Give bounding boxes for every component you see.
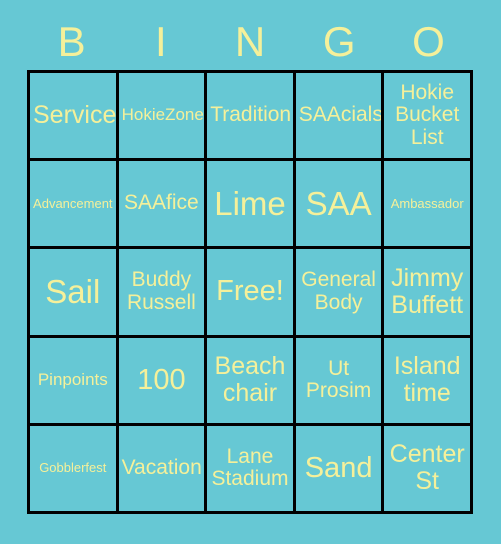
- bingo-cell[interactable]: Buddy Russell: [118, 249, 205, 335]
- bingo-cell-label: Ut Prosim: [305, 356, 372, 403]
- bingo-cell-label: Beach chair: [214, 352, 286, 408]
- bingo-cell-label: Buddy Russell: [126, 268, 196, 314]
- bingo-cell-label: Advancement: [33, 195, 113, 211]
- bingo-cell-label: SAA: [305, 184, 372, 222]
- bingo-grid: Service HokieZone Tradition SAAcials Hokie B…: [27, 70, 473, 514]
- bingo-cell[interactable]: 100: [118, 337, 205, 423]
- bingo-cell[interactable]: Center St: [384, 425, 470, 511]
- bingo-cell[interactable]: Pinpoints: [30, 337, 116, 423]
- bingo-cell-label: Service: [33, 101, 116, 130]
- bingo-cell-label: Lime: [214, 184, 286, 222]
- bingo-cell-label: Ambassador: [390, 195, 464, 211]
- bingo-cell-label: Island time: [393, 352, 461, 408]
- bingo-cell[interactable]: General Body: [295, 249, 382, 335]
- bingo-cell[interactable]: Tradition: [207, 73, 293, 159]
- bingo-cell-label: General Body: [301, 268, 376, 314]
- bingo-header-letter-2: N: [234, 18, 266, 65]
- bingo-cell-label: Free!: [216, 275, 284, 308]
- bingo-cell[interactable]: Ut Prosim: [295, 337, 382, 423]
- bingo-header-letter-0: B: [57, 18, 86, 65]
- bingo-header: BINGO: [27, 14, 473, 70]
- bingo-cell-label: Sand: [304, 451, 373, 484]
- bingo-cell[interactable]: Beach chair: [207, 337, 293, 423]
- bingo-cell-label: Vacation: [121, 456, 202, 480]
- bingo-cell-label: 100: [137, 363, 186, 396]
- bingo-cell[interactable]: HokieZone: [118, 73, 205, 159]
- bingo-cell-label: HokieZone: [121, 105, 204, 125]
- bingo-cell-label: Pinpoints: [37, 370, 108, 390]
- bingo-cell-label: Tradition: [210, 103, 292, 127]
- bingo-cell[interactable]: Advancement: [30, 161, 116, 247]
- bingo-card: B I N G O Service HokieZone Tradition SAAcials H…: [0, 0, 501, 544]
- bingo-header-letter-3: G: [322, 18, 356, 65]
- bingo-header-letter-4: O: [412, 18, 445, 65]
- bingo-header-letter-1: I: [154, 18, 167, 65]
- bingo-cell-label: Lane Stadium: [211, 444, 289, 491]
- bingo-cell[interactable]: Vacation: [118, 425, 205, 511]
- bingo-cell-label: Center St: [389, 440, 465, 496]
- bingo-cell-label: SAAfice: [124, 191, 199, 215]
- bingo-cell[interactable]: Gobblerfest: [30, 425, 116, 511]
- bingo-cell-label: Jimmy Buffett: [391, 263, 464, 319]
- bingo-cell[interactable]: Service: [30, 73, 116, 159]
- bingo-cell[interactable]: Ambassador: [384, 161, 470, 247]
- bingo-cell[interactable]: SAAcials: [295, 73, 382, 159]
- bingo-cell-label: Gobblerfest: [39, 460, 107, 476]
- bingo-cell[interactable]: Sail: [30, 249, 116, 335]
- bingo-cell[interactable]: Jimmy Buffett: [384, 249, 470, 335]
- bingo-cell[interactable]: Lane Stadium: [207, 425, 293, 511]
- bingo-cell-label: Hokie Bucket List: [395, 80, 460, 149]
- bingo-cell[interactable]: Lime: [207, 161, 293, 247]
- bingo-cell[interactable]: Free!: [207, 249, 293, 335]
- bingo-cell[interactable]: Sand: [295, 425, 382, 511]
- bingo-cell[interactable]: Island time: [384, 337, 470, 423]
- bingo-cell[interactable]: SAAfice: [118, 161, 205, 247]
- bingo-cell[interactable]: SAA: [295, 161, 382, 247]
- bingo-cell-label: SAAcials: [298, 103, 382, 127]
- bingo-cell[interactable]: Hokie Bucket List: [384, 73, 470, 159]
- bingo-cell-label: Sail: [45, 273, 101, 311]
